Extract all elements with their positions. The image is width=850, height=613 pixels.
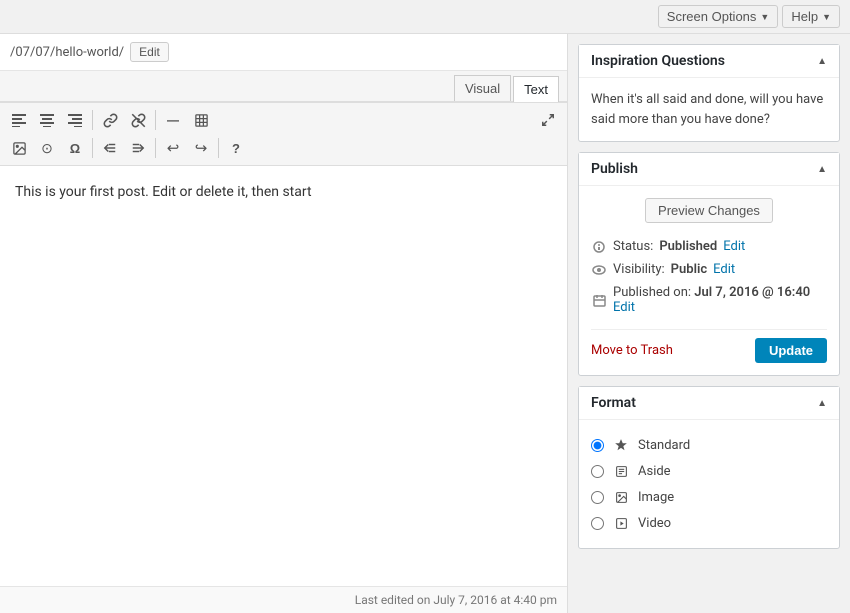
horizontal-rule-icon[interactable]: — bbox=[160, 107, 186, 133]
toolbar-divider-1 bbox=[92, 110, 93, 130]
publish-visibility-row: Visibility: Public Edit bbox=[591, 258, 827, 281]
published-label: Published on: bbox=[613, 285, 691, 300]
format-metabox-body: Standard Aside Image Video bbox=[579, 420, 839, 548]
publish-footer: Move to Trash Update bbox=[591, 329, 827, 363]
screen-options-button[interactable]: Screen Options ▼ bbox=[658, 5, 779, 28]
text-tab[interactable]: Text bbox=[513, 76, 559, 102]
published-edit-link[interactable]: Edit bbox=[613, 300, 635, 315]
format-label-image: Image bbox=[638, 490, 674, 505]
inspiration-title: Inspiration Questions bbox=[591, 53, 725, 69]
toolbar-divider-4 bbox=[155, 138, 156, 158]
publish-status-row: Status: Published Edit bbox=[591, 235, 827, 258]
main-layout: /07/07/hello-world/ Edit Visual Text bbox=[0, 34, 850, 613]
publish-metabox-header[interactable]: Publish ▲ bbox=[579, 153, 839, 186]
screen-options-label: Screen Options bbox=[667, 9, 757, 24]
help-chevron-icon: ▼ bbox=[822, 12, 831, 22]
fullscreen-icon[interactable] bbox=[535, 107, 561, 133]
visibility-value: Public bbox=[671, 262, 707, 277]
format-option-aside[interactable]: Aside bbox=[591, 458, 827, 484]
format-options: Standard Aside Image Video bbox=[591, 432, 827, 536]
editor-panel: /07/07/hello-world/ Edit Visual Text bbox=[0, 34, 568, 613]
outdent-icon[interactable] bbox=[97, 135, 123, 161]
toolbar-row-2: ⊙ Ω ↩ ↪ ? bbox=[6, 135, 561, 161]
format-icon-standard bbox=[612, 436, 630, 454]
inspiration-metabox-header[interactable]: Inspiration Questions ▲ bbox=[579, 45, 839, 78]
status-value: Published bbox=[659, 239, 717, 254]
help-label: Help bbox=[791, 9, 818, 24]
editor-text: This is your first post. Edit or delete … bbox=[15, 181, 552, 203]
visibility-label: Visibility: bbox=[613, 262, 665, 277]
format-label-standard: Standard bbox=[638, 438, 690, 453]
permalink-edit-button[interactable]: Edit bbox=[130, 42, 169, 62]
format-label-aside: Aside bbox=[638, 464, 671, 479]
unlink-icon[interactable] bbox=[125, 107, 151, 133]
format-label-video: Video bbox=[638, 516, 671, 531]
top-bar: Screen Options ▼ Help ▼ bbox=[0, 0, 850, 34]
format-icon-image bbox=[612, 488, 630, 506]
keyboard-help-icon[interactable]: ? bbox=[223, 135, 249, 161]
format-icon-aside bbox=[612, 462, 630, 480]
redo-icon[interactable]: ↪ bbox=[188, 135, 214, 161]
update-button[interactable]: Update bbox=[755, 338, 827, 363]
toolbar-divider-5 bbox=[218, 138, 219, 158]
status-icon bbox=[591, 241, 607, 253]
undo-icon[interactable]: ↩ bbox=[160, 135, 186, 161]
publish-metabox-body: Preview Changes Status: Published Edit V… bbox=[579, 186, 839, 375]
align-right-icon[interactable] bbox=[62, 107, 88, 133]
publish-title: Publish bbox=[591, 161, 638, 177]
format-metabox-header[interactable]: Format ▲ bbox=[579, 387, 839, 420]
calendar-icon bbox=[591, 294, 607, 307]
help-button[interactable]: Help ▼ bbox=[782, 5, 840, 28]
permalink-url: /07/07/hello-world/ bbox=[10, 45, 124, 60]
format-option-standard[interactable]: Standard bbox=[591, 432, 827, 458]
publish-toggle-icon: ▲ bbox=[817, 164, 827, 175]
visibility-icon bbox=[591, 265, 607, 275]
editor-content[interactable]: This is your first post. Edit or delete … bbox=[0, 166, 567, 586]
publish-date-row: Published on: Jul 7, 2016 @ 16:40 Edit bbox=[591, 281, 827, 319]
format-radio-aside[interactable] bbox=[591, 465, 604, 478]
format-metabox: Format ▲ Standard Aside Image Video bbox=[578, 386, 840, 549]
inspiration-text: When it's all said and done, will you ha… bbox=[591, 90, 827, 129]
inspiration-toggle-icon: ▲ bbox=[817, 56, 827, 67]
indent-icon[interactable] bbox=[125, 135, 151, 161]
format-option-video[interactable]: Video bbox=[591, 510, 827, 536]
link-icon[interactable] bbox=[97, 107, 123, 133]
format-radio-video[interactable] bbox=[591, 517, 604, 530]
table-icon[interactable] bbox=[188, 107, 214, 133]
align-left-icon[interactable] bbox=[6, 107, 32, 133]
editor-tabs: Visual Text bbox=[0, 71, 567, 102]
format-icon-video bbox=[612, 514, 630, 532]
format-title: Format bbox=[591, 395, 636, 411]
align-center-icon[interactable] bbox=[34, 107, 60, 133]
published-value: Jul 7, 2016 @ 16:40 bbox=[694, 285, 810, 300]
status-label: Status: bbox=[613, 239, 653, 254]
last-edited-text: Last edited on July 7, 2016 at 4:40 pm bbox=[355, 593, 557, 607]
visibility-edit-link[interactable]: Edit bbox=[713, 262, 735, 277]
permalink-bar: /07/07/hello-world/ Edit bbox=[0, 34, 567, 71]
format-toggle-icon: ▲ bbox=[817, 398, 827, 409]
format-option-image[interactable]: Image bbox=[591, 484, 827, 510]
format-radio-standard[interactable] bbox=[591, 439, 604, 452]
published-info: Published on: Jul 7, 2016 @ 16:40 Edit bbox=[613, 285, 810, 315]
publish-actions: Preview Changes bbox=[591, 198, 827, 223]
toolbar-divider-2 bbox=[155, 110, 156, 130]
toolbar: — ⊙ Ω bbox=[0, 103, 567, 166]
status-edit-link[interactable]: Edit bbox=[723, 239, 745, 254]
media-icon[interactable]: ⊙ bbox=[34, 135, 60, 161]
publish-metabox: Publish ▲ Preview Changes Status: Publis… bbox=[578, 152, 840, 376]
preview-changes-button[interactable]: Preview Changes bbox=[645, 198, 773, 223]
special-char-icon[interactable]: Ω bbox=[62, 135, 88, 161]
format-radio-image[interactable] bbox=[591, 491, 604, 504]
inspiration-metabox-body: When it's all said and done, will you ha… bbox=[579, 78, 839, 141]
editor-footer: Last edited on July 7, 2016 at 4:40 pm bbox=[0, 586, 567, 613]
image-toolbar-icon[interactable] bbox=[6, 135, 32, 161]
visual-tab[interactable]: Visual bbox=[454, 75, 511, 101]
inspiration-metabox: Inspiration Questions ▲ When it's all sa… bbox=[578, 44, 840, 142]
sidebar: Inspiration Questions ▲ When it's all sa… bbox=[568, 34, 850, 613]
toolbar-row-1: — bbox=[6, 107, 561, 133]
move-to-trash-link[interactable]: Move to Trash bbox=[591, 343, 673, 358]
screen-options-chevron-icon: ▼ bbox=[760, 12, 769, 22]
toolbar-divider-3 bbox=[92, 138, 93, 158]
